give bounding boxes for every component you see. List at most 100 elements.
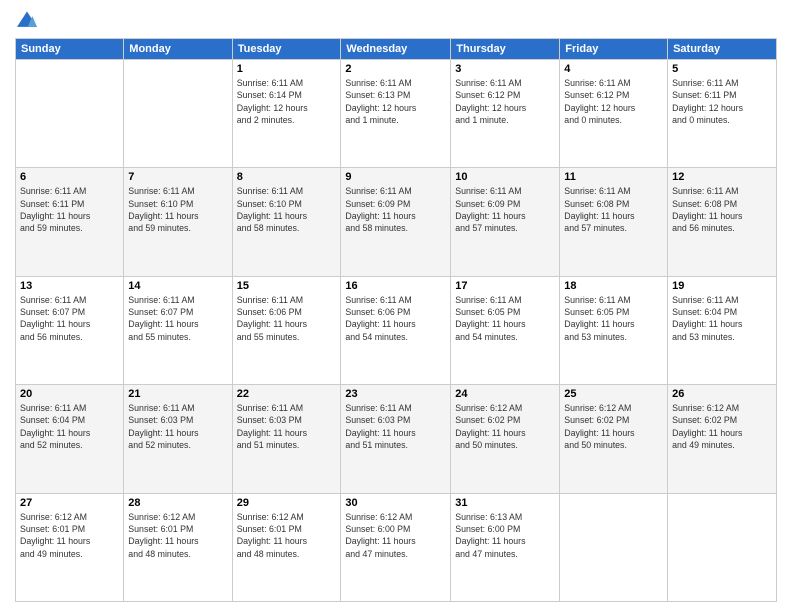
calendar-cell: 7 Sunrise: 6:11 AM Sunset: 6:10 PM Daylig… (124, 168, 232, 276)
calendar-cell: 19 Sunrise: 6:11 AM Sunset: 6:04 PM Dayli… (668, 276, 777, 384)
calendar-cell: 31Sunrise: 6:13 AM Sunset: 6:00 PM Dayli… (451, 493, 560, 601)
calendar-week-row: 6 Sunrise: 6:11 AM Sunset: 6:11 PM Daylig… (16, 168, 777, 276)
calendar-cell: 22 Sunrise: 6:11 AM Sunset: 6:03 PM Dayli… (232, 385, 341, 493)
day-number: 27 (20, 497, 119, 509)
calendar-week-row: 27 Sunrise: 6:12 AM Sunset: 6:01 PM Dayli… (16, 493, 777, 601)
calendar-cell (16, 60, 124, 168)
calendar-cell: 25 Sunrise: 6:12 AM Sunset: 6:02 PM Dayli… (560, 385, 668, 493)
day-info: Sunrise: 6:11 AM Sunset: 6:03 PM Dayligh… (345, 402, 446, 451)
calendar-cell: 26 Sunrise: 6:12 AM Sunset: 6:02 PM Dayli… (668, 385, 777, 493)
day-number: 23 (345, 388, 446, 400)
day-info: Sunrise: 6:12 AM Sunset: 6:02 PM Dayligh… (455, 402, 555, 451)
day-info: Sunrise: 6:11 AM Sunset: 6:05 PM Dayligh… (564, 294, 663, 343)
calendar-week-row: 13 Sunrise: 6:11 AM Sunset: 6:07 PM Dayli… (16, 276, 777, 384)
day-number: 6 (20, 171, 119, 183)
day-number: 29 (237, 497, 337, 509)
day-number: 28 (128, 497, 227, 509)
day-number: 26 (672, 388, 772, 400)
calendar-cell: 6 Sunrise: 6:11 AM Sunset: 6:11 PM Daylig… (16, 168, 124, 276)
calendar-cell (560, 493, 668, 601)
calendar-cell: 15 Sunrise: 6:11 AM Sunset: 6:06 PM Dayli… (232, 276, 341, 384)
day-info: Sunrise: 6:11 AM Sunset: 6:07 PM Dayligh… (128, 294, 227, 343)
calendar-cell: 10Sunrise: 6:11 AM Sunset: 6:09 PM Dayli… (451, 168, 560, 276)
calendar-header-row: SundayMondayTuesdayWednesdayThursdayFrid… (16, 39, 777, 60)
calendar-cell: 20 Sunrise: 6:11 AM Sunset: 6:04 PM Dayli… (16, 385, 124, 493)
day-number: 2 (345, 63, 446, 75)
day-number: 3 (455, 63, 555, 75)
calendar-cell: 9 Sunrise: 6:11 AM Sunset: 6:09 PM Daylig… (341, 168, 451, 276)
calendar-cell: 11 Sunrise: 6:11 AM Sunset: 6:08 PM Dayli… (560, 168, 668, 276)
day-number: 11 (564, 171, 663, 183)
day-info: Sunrise: 6:11 AM Sunset: 6:03 PM Dayligh… (237, 402, 337, 451)
day-number: 15 (237, 280, 337, 292)
day-number: 25 (564, 388, 663, 400)
day-number: 22 (237, 388, 337, 400)
weekday-header: Wednesday (341, 39, 451, 60)
weekday-header: Monday (124, 39, 232, 60)
calendar-cell: 28Sunrise: 6:12 AM Sunset: 6:01 PM Dayli… (124, 493, 232, 601)
logo-icon (15, 10, 39, 30)
calendar-cell: 17Sunrise: 6:11 AM Sunset: 6:05 PM Dayli… (451, 276, 560, 384)
day-number: 5 (672, 63, 772, 75)
day-number: 30 (345, 497, 446, 509)
day-number: 19 (672, 280, 772, 292)
calendar-cell: 14 Sunrise: 6:11 AM Sunset: 6:07 PM Dayli… (124, 276, 232, 384)
day-number: 13 (20, 280, 119, 292)
calendar-week-row: 1 Sunrise: 6:11 AM Sunset: 6:14 PM Daylig… (16, 60, 777, 168)
day-number: 18 (564, 280, 663, 292)
day-info: Sunrise: 6:11 AM Sunset: 6:12 PM Dayligh… (455, 77, 555, 126)
day-info: Sunrise: 6:12 AM Sunset: 6:02 PM Dayligh… (564, 402, 663, 451)
calendar-cell: 30 Sunrise: 6:12 AM Sunset: 6:00 PM Dayli… (341, 493, 451, 601)
day-info: Sunrise: 6:11 AM Sunset: 6:08 PM Dayligh… (564, 185, 663, 234)
day-info: Sunrise: 6:12 AM Sunset: 6:01 PM Dayligh… (20, 511, 119, 560)
weekday-header: Friday (560, 39, 668, 60)
day-info: Sunrise: 6:11 AM Sunset: 6:10 PM Dayligh… (128, 185, 227, 234)
page: SundayMondayTuesdayWednesdayThursdayFrid… (0, 0, 792, 612)
day-info: Sunrise: 6:11 AM Sunset: 6:14 PM Dayligh… (237, 77, 337, 126)
calendar-cell: 12 Sunrise: 6:11 AM Sunset: 6:08 PM Dayli… (668, 168, 777, 276)
day-number: 7 (128, 171, 227, 183)
calendar-cell: 23 Sunrise: 6:11 AM Sunset: 6:03 PM Dayli… (341, 385, 451, 493)
header (15, 10, 777, 30)
day-number: 16 (345, 280, 446, 292)
day-info: Sunrise: 6:11 AM Sunset: 6:09 PM Dayligh… (345, 185, 446, 234)
weekday-header: Thursday (451, 39, 560, 60)
weekday-header: Saturday (668, 39, 777, 60)
calendar-cell: 16Sunrise: 6:11 AM Sunset: 6:06 PM Dayli… (341, 276, 451, 384)
day-info: Sunrise: 6:11 AM Sunset: 6:04 PM Dayligh… (672, 294, 772, 343)
day-info: Sunrise: 6:11 AM Sunset: 6:08 PM Dayligh… (672, 185, 772, 234)
calendar-cell (124, 60, 232, 168)
calendar-cell: 27 Sunrise: 6:12 AM Sunset: 6:01 PM Dayli… (16, 493, 124, 601)
day-info: Sunrise: 6:12 AM Sunset: 6:02 PM Dayligh… (672, 402, 772, 451)
day-number: 12 (672, 171, 772, 183)
day-number: 9 (345, 171, 446, 183)
day-info: Sunrise: 6:12 AM Sunset: 6:00 PM Dayligh… (345, 511, 446, 560)
weekday-header: Sunday (16, 39, 124, 60)
calendar-cell: 1 Sunrise: 6:11 AM Sunset: 6:14 PM Daylig… (232, 60, 341, 168)
day-number: 10 (455, 171, 555, 183)
weekday-header: Tuesday (232, 39, 341, 60)
day-info: Sunrise: 6:11 AM Sunset: 6:11 PM Dayligh… (20, 185, 119, 234)
day-number: 31 (455, 497, 555, 509)
calendar-cell: 4Sunrise: 6:11 AM Sunset: 6:12 PM Daylig… (560, 60, 668, 168)
calendar-cell: 2Sunrise: 6:11 AM Sunset: 6:13 PM Daylig… (341, 60, 451, 168)
day-number: 20 (20, 388, 119, 400)
calendar-cell: 24Sunrise: 6:12 AM Sunset: 6:02 PM Dayli… (451, 385, 560, 493)
calendar-table: SundayMondayTuesdayWednesdayThursdayFrid… (15, 38, 777, 602)
day-info: Sunrise: 6:11 AM Sunset: 6:06 PM Dayligh… (237, 294, 337, 343)
day-number: 21 (128, 388, 227, 400)
day-info: Sunrise: 6:11 AM Sunset: 6:05 PM Dayligh… (455, 294, 555, 343)
day-info: Sunrise: 6:11 AM Sunset: 6:04 PM Dayligh… (20, 402, 119, 451)
calendar-cell: 18 Sunrise: 6:11 AM Sunset: 6:05 PM Dayli… (560, 276, 668, 384)
day-number: 14 (128, 280, 227, 292)
day-info: Sunrise: 6:11 AM Sunset: 6:03 PM Dayligh… (128, 402, 227, 451)
day-info: Sunrise: 6:11 AM Sunset: 6:11 PM Dayligh… (672, 77, 772, 126)
day-number: 1 (237, 63, 337, 75)
day-info: Sunrise: 6:12 AM Sunset: 6:01 PM Dayligh… (237, 511, 337, 560)
calendar-cell: 3 Sunrise: 6:11 AM Sunset: 6:12 PM Daylig… (451, 60, 560, 168)
day-info: Sunrise: 6:11 AM Sunset: 6:10 PM Dayligh… (237, 185, 337, 234)
day-number: 4 (564, 63, 663, 75)
calendar-cell: 8Sunrise: 6:11 AM Sunset: 6:10 PM Daylig… (232, 168, 341, 276)
calendar-cell: 13Sunrise: 6:11 AM Sunset: 6:07 PM Dayli… (16, 276, 124, 384)
calendar-body: 1 Sunrise: 6:11 AM Sunset: 6:14 PM Daylig… (16, 60, 777, 602)
